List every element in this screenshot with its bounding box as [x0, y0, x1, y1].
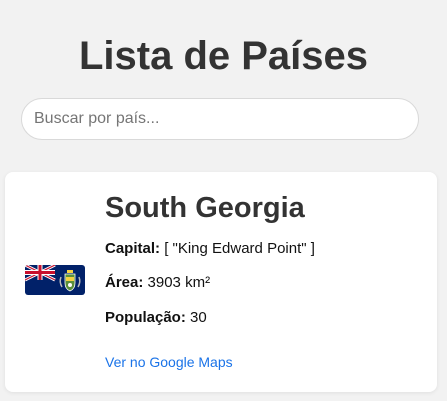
flag-south-georgia-icon: [25, 265, 85, 295]
capital-label: Capital:: [105, 240, 161, 257]
google-maps-link[interactable]: Ver no Google Maps: [105, 353, 233, 371]
country-name: South Georgia: [105, 192, 305, 224]
search-input[interactable]: [21, 98, 419, 140]
page-title: Lista de Países: [78, 34, 369, 78]
capital-line: Capital: [ "King Edward Point" ]: [105, 239, 315, 259]
area-line: Área: 3903 km²: [105, 273, 210, 293]
population-value: 30: [190, 309, 207, 326]
capital-value: [ "King Edward Point" ]: [164, 240, 315, 257]
population-line: População: 30: [105, 308, 207, 328]
population-label: População:: [105, 309, 186, 326]
area-label: Área:: [105, 274, 144, 291]
country-card: South Georgia Capital: [ "King Edward Po…: [5, 172, 437, 392]
area-value: 3903 km²: [147, 274, 211, 291]
